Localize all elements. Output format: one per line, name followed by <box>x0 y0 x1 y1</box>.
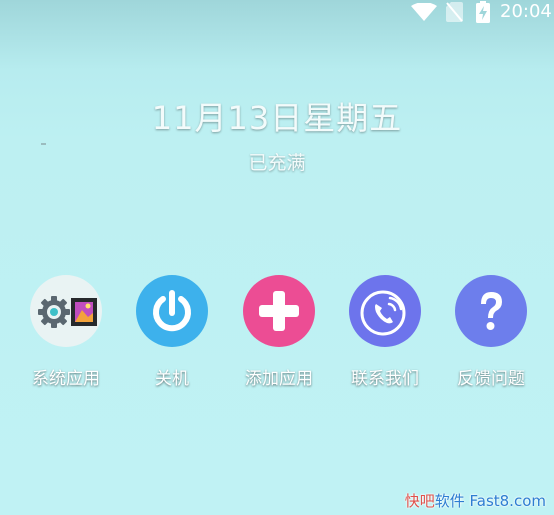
watermark-text: 快吧 <box>404 492 435 510</box>
shortcut-add-app[interactable]: 添加应用 <box>229 275 329 389</box>
question-icon <box>455 275 527 347</box>
shortcut-label: 系统应用 <box>32 369 100 389</box>
watermark-text: Fast8.com <box>464 492 547 510</box>
shortcut-system-apps[interactable]: 系统应用 <box>16 275 116 389</box>
shortcut-label: 添加应用 <box>245 369 313 389</box>
power-icon <box>136 275 208 347</box>
no-sim-icon <box>446 2 463 22</box>
watermark-text: 软件 <box>434 492 465 510</box>
wifi-icon <box>411 3 437 21</box>
shortcut-label: 关机 <box>155 369 189 389</box>
status-bar: 20:04 <box>0 0 554 26</box>
phone-icon <box>349 275 421 347</box>
watermark: 快吧软件 Fast8.com <box>405 490 546 511</box>
plus-icon <box>243 275 315 347</box>
shortcut-power-off[interactable]: 关机 <box>122 275 222 389</box>
shortcut-label: 联系我们 <box>351 369 419 389</box>
status-clock: 20:04 <box>500 1 552 22</box>
lock-screen-date: 11月13日星期五 <box>151 99 403 137</box>
system-apps-icon <box>30 275 102 347</box>
shortcut-label: 反馈问题 <box>457 369 525 389</box>
charge-status: 已充满 <box>248 152 306 174</box>
background-speck <box>41 143 46 145</box>
shortcut-feedback[interactable]: 反馈问题 <box>441 275 541 389</box>
battery-charging-icon <box>476 1 490 23</box>
shortcut-contact-us[interactable]: 联系我们 <box>335 275 435 389</box>
